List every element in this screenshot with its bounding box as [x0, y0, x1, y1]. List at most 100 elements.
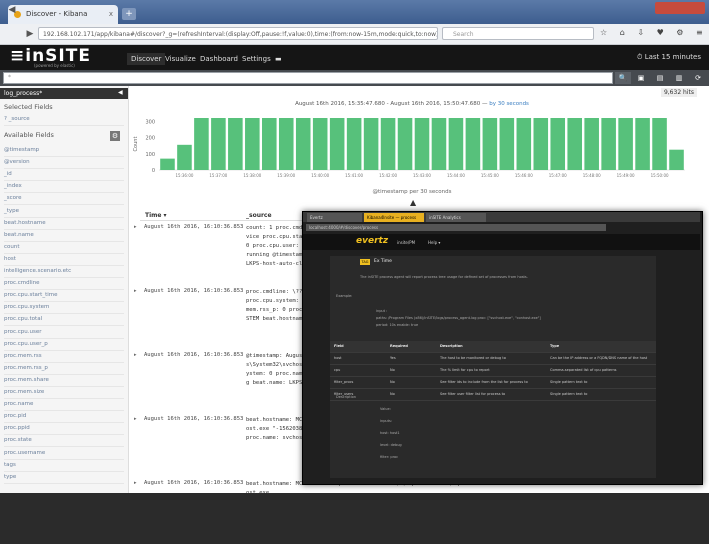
window-controls[interactable] [655, 2, 705, 14]
y-tick-label: 200 [145, 136, 155, 142]
column-header-source[interactable]: _source [246, 212, 272, 219]
overlay-footer-line: inputs: [380, 419, 393, 423]
x-tick-label: 15:47:00 [549, 173, 567, 178]
histogram-bar [550, 118, 566, 170]
forward-icon[interactable]: ▶ [24, 28, 36, 40]
overlay-help-menu[interactable]: Help ▾ [428, 240, 440, 245]
expand-row-icon[interactable]: ▸ [134, 224, 137, 230]
share-search-icon[interactable]: ⟳ [690, 72, 706, 84]
expand-row-icon[interactable]: ▸ [134, 288, 137, 294]
field-item[interactable]: beat.hostname [4, 217, 124, 230]
new-tab-button[interactable]: + [122, 8, 136, 20]
overlay-tab-3[interactable]: inSITE Analytics [426, 213, 486, 222]
table-row[interactable]: ▸ August 16th 2016, 16:10:36.853 beat.host… [134, 480, 695, 544]
field-item[interactable]: proc.cpu.user [4, 326, 124, 339]
expand-row-icon[interactable]: ▸ [134, 352, 137, 358]
histogram-bar [346, 118, 362, 170]
index-pattern[interactable]: log_process* [0, 88, 128, 99]
field-item[interactable]: type [4, 471, 124, 484]
field-item[interactable]: _type [4, 205, 124, 218]
evertz-logo: evertz [356, 236, 389, 246]
evertz-subtitle: insite/PM [397, 240, 416, 245]
y-tick-label: 100 [145, 152, 155, 158]
histogram-chart[interactable]: Count 0 100 200 300 15:36:00 15:37:00 15:38:00 1… [129, 112, 695, 190]
new-search-icon[interactable]: ▣ [633, 72, 649, 84]
overlay-cell: cpu [334, 368, 341, 372]
x-tick-label: 15:36:00 [175, 173, 193, 178]
overlay-url-bar[interactable]: localhost:4000/#/discover/process [306, 224, 606, 231]
field-item[interactable]: host [4, 253, 124, 266]
histogram-bar [160, 158, 175, 170]
field-item[interactable]: proc.cpu.total [4, 313, 124, 327]
field-item[interactable]: proc.name [4, 398, 124, 412]
row-time: August 16th 2016, 16:10:36.853 [144, 288, 244, 294]
field-item[interactable]: proc.mem.size [4, 386, 124, 399]
overlay-table-header: Field Required Description Type [330, 341, 656, 353]
column-header-time[interactable]: Time ▾ [145, 212, 167, 219]
overlay-description: The inSITE process agent will report pro… [360, 275, 528, 279]
collapse-chart-icon[interactable]: ▲ [410, 198, 416, 207]
overlay-tab-2[interactable]: Kibana4Insite — process [364, 213, 424, 222]
overlay-cell: Yes [390, 356, 396, 360]
field-item[interactable]: _score [4, 192, 124, 206]
field-item[interactable]: tags [4, 459, 124, 472]
overlay-tab-strip [303, 212, 700, 222]
nav-visualize[interactable]: Visualize [165, 53, 196, 65]
url-bar[interactable]: 192.168.102.171/app/kibana#/discover?_g=… [38, 27, 438, 40]
field-item[interactable]: _index [4, 180, 124, 194]
row-time: August 16th 2016, 16:10:36.853 [144, 352, 244, 358]
field-item[interactable]: proc.pid [4, 410, 124, 424]
field-item[interactable]: proc.mem.share [4, 374, 124, 387]
browser-toolbar-icons[interactable]: ☆ ⌂ ⇩ ♥ ⚙ ≡ [600, 28, 708, 40]
x-tick-label: 15:39:00 [277, 173, 295, 178]
back-icon[interactable]: ◀ [6, 4, 18, 16]
overlay-header-cell: Type [550, 344, 560, 348]
field-item[interactable]: intelligence.scenario.etc [4, 265, 124, 278]
field-item[interactable]: beat.name [4, 229, 124, 242]
x-tick-label: 15:46:00 [515, 173, 533, 178]
histogram-bar [295, 118, 311, 170]
field-item[interactable]: @timestamp [4, 144, 124, 157]
interval-link[interactable]: by 30 seconds [489, 101, 529, 107]
field-item[interactable]: proc.state [4, 434, 124, 448]
nav-settings[interactable]: Settings [242, 53, 271, 65]
nav-dashboard[interactable]: Dashboard [200, 53, 238, 65]
expand-row-icon[interactable]: ▸ [134, 416, 137, 422]
selected-field-source[interactable]: ? _source [4, 113, 124, 126]
overlay-cell: See filter user filter list for process … [440, 392, 506, 396]
overlay-table-row: filter_users No See filter user filter lis… [330, 389, 656, 401]
overlay-tab-1[interactable]: Evertz [307, 213, 362, 222]
field-item[interactable]: proc.cmdline [4, 277, 124, 291]
field-item[interactable]: proc.mem.rss_p [4, 362, 124, 375]
nav-extra-icon[interactable]: ▬ [275, 53, 282, 65]
nav-discover[interactable]: Discover [127, 53, 166, 65]
row-time: August 16th 2016, 16:10:36.853 [144, 224, 244, 230]
field-item[interactable]: proc.cpu.start_time [4, 289, 124, 303]
histogram-bar [329, 118, 345, 170]
field-item[interactable]: proc.cpu.system [4, 301, 124, 315]
expand-row-icon[interactable]: ▸ [134, 480, 137, 486]
browser-tab[interactable]: Discover - Kibana x [8, 5, 118, 24]
field-item[interactable]: proc.username [4, 447, 124, 460]
histogram-bar [533, 118, 549, 170]
field-item[interactable]: proc.cpu.user_p [4, 338, 124, 351]
histogram-bar [584, 118, 599, 170]
close-tab-icon[interactable]: x [109, 5, 113, 24]
field-item[interactable]: _id [4, 168, 124, 182]
app-header [0, 45, 709, 70]
time-picker[interactable]: ⏱ Last 15 minutes [637, 53, 701, 62]
field-item[interactable]: proc.ppid [4, 422, 124, 436]
collapse-sidebar-icon[interactable]: ◀ [118, 89, 123, 96]
field-item[interactable]: count [4, 241, 124, 254]
x-tick-label: 15:40:00 [311, 173, 329, 178]
save-search-icon[interactable]: ▤ [652, 72, 668, 84]
open-search-icon[interactable]: ▥ [671, 72, 687, 84]
field-settings-icon[interactable]: ⚙ [110, 131, 120, 141]
query-input[interactable]: * [3, 72, 613, 84]
x-tick-label: 15:48:00 [583, 173, 601, 178]
field-item[interactable]: @version [4, 156, 124, 170]
browser-search-field[interactable]: Search [442, 27, 594, 40]
x-tick-label: 15:50:00 [651, 173, 669, 178]
search-button[interactable]: 🔍 [615, 72, 631, 84]
field-item[interactable]: proc.mem.rss [4, 350, 124, 363]
